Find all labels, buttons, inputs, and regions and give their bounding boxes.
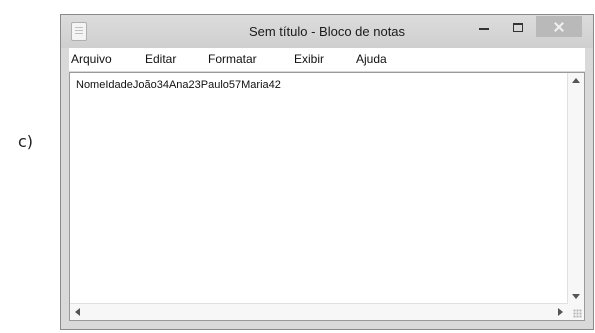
notepad-window: Sem título - Bloco de notas Arquivo Edit… <box>60 14 594 330</box>
menu-editar[interactable]: Editar <box>145 52 176 66</box>
scroll-up-icon[interactable] <box>572 78 580 83</box>
editor-text[interactable]: NomeIdadeJoão34Ana23Paulo57Maria42 <box>76 79 562 302</box>
scroll-right-icon[interactable] <box>558 308 563 316</box>
close-button[interactable] <box>536 16 582 37</box>
menu-bar: Arquivo Editar Formatar Exibir Ajuda <box>69 48 585 72</box>
horizontal-scrollbar[interactable] <box>70 303 568 320</box>
menu-arquivo[interactable]: Arquivo <box>71 52 112 66</box>
menu-ajuda[interactable]: Ajuda <box>356 52 387 66</box>
scroll-down-icon[interactable] <box>572 294 580 299</box>
resize-grip-icon[interactable] <box>573 309 582 318</box>
option-label: c) <box>18 132 34 151</box>
scroll-left-icon[interactable] <box>75 308 80 316</box>
text-editor[interactable]: NomeIdadeJoão34Ana23Paulo57Maria42 <box>69 72 585 321</box>
minimize-button[interactable] <box>469 15 499 39</box>
maximize-button[interactable] <box>503 15 533 39</box>
resize-corner[interactable] <box>568 304 584 320</box>
menu-exibir[interactable]: Exibir <box>294 52 324 66</box>
menu-formatar[interactable]: Formatar <box>208 52 257 66</box>
vertical-scrollbar[interactable] <box>567 73 584 304</box>
title-bar[interactable]: Sem título - Bloco de notas <box>61 15 593 48</box>
